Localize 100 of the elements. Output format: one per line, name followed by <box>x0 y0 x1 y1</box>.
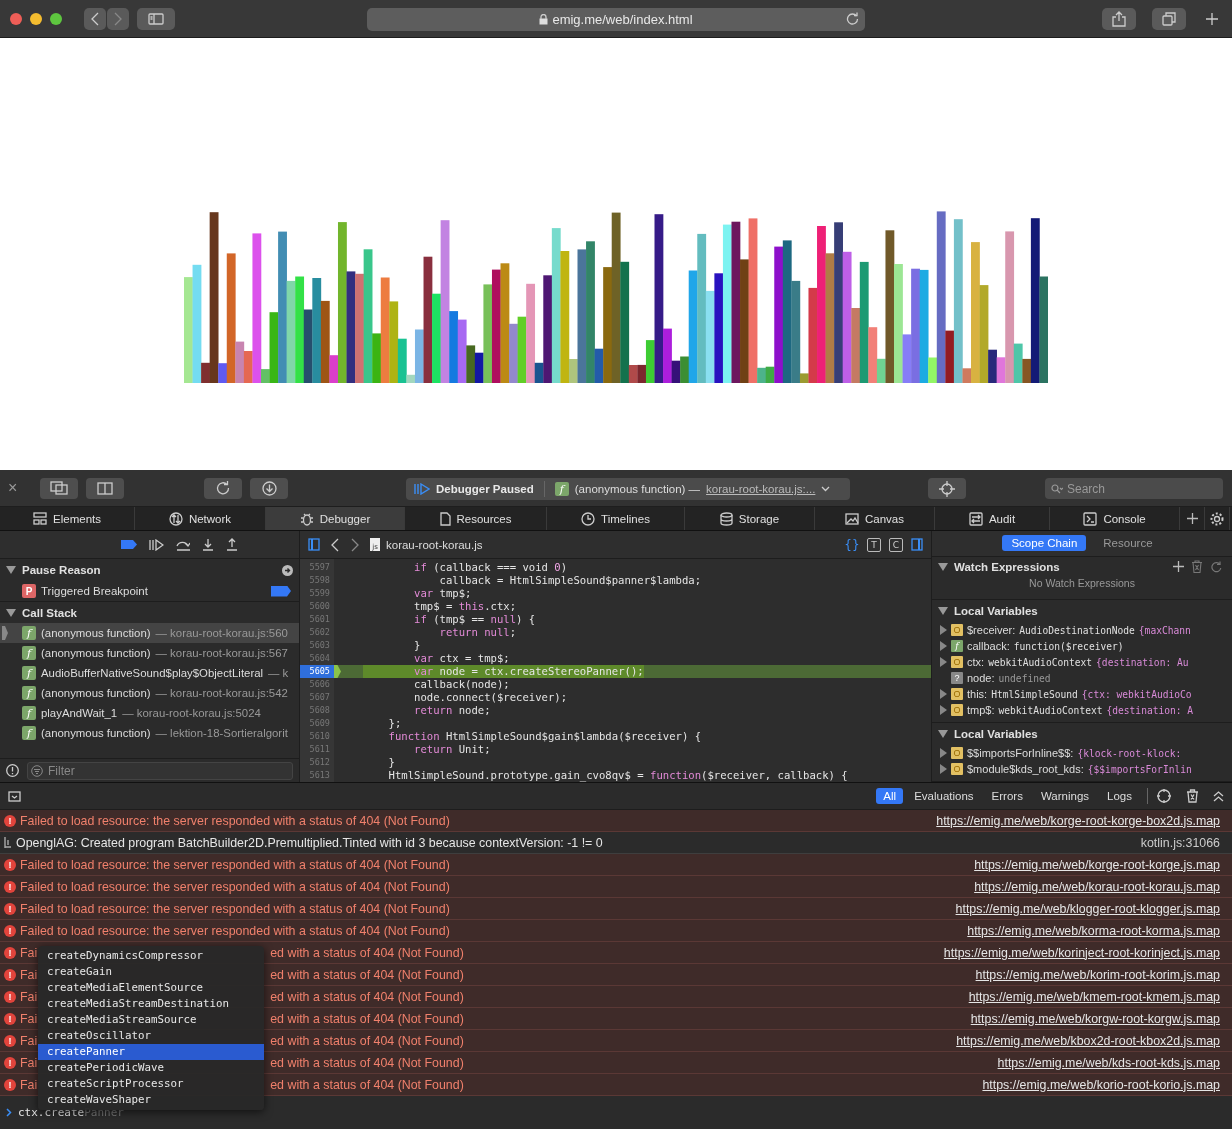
filter-tab[interactable]: Errors <box>984 788 1030 804</box>
trash-icon[interactable] <box>1186 789 1199 803</box>
call-frame[interactable]: f playAndWait_1 — korau-root-korau.js:5024 <box>0 703 299 723</box>
back-button[interactable] <box>84 7 106 30</box>
call-frame[interactable]: f (anonymous function) — lektion-18-Sortieralgorit <box>0 723 299 743</box>
filter-tab[interactable]: Evaluations <box>907 788 981 804</box>
sidebar-tab[interactable]: Resource <box>1094 535 1162 552</box>
source-link[interactable]: https://emig.me/web/korim-root-korim.js.map <box>975 967 1220 982</box>
disclosure-icon[interactable] <box>938 562 948 571</box>
call-frame[interactable]: f (anonymous function) — korau-root-korau.js:567 <box>0 643 299 663</box>
toolbar-button[interactable]: {} <box>845 537 859 552</box>
reload-icon[interactable] <box>846 12 859 25</box>
resume-icon[interactable] <box>149 538 164 551</box>
message-text: Failed to load resource: the server responded with a status of 404 (Not Found) <box>20 901 450 916</box>
disclosure-icon[interactable] <box>940 748 947 758</box>
tabs-button[interactable] <box>1152 7 1186 30</box>
panel-tab[interactable]: Canvas <box>815 507 935 530</box>
source-link[interactable]: https://emig.me/web/korma-root-korma.js.map <box>967 923 1220 938</box>
disclosure-icon[interactable] <box>6 566 16 574</box>
zoom-button[interactable] <box>50 12 62 25</box>
completion-item[interactable]: createMediaStreamDestination <box>38 996 264 1012</box>
search-field[interactable]: Search <box>1045 478 1223 499</box>
source-link[interactable]: https://emig.me/web/korau-root-korau.js.map <box>974 879 1220 894</box>
toolbar-button[interactable]: C <box>889 537 903 552</box>
sidebar-tab[interactable]: Scope Chain <box>1002 535 1087 552</box>
go-icon[interactable] <box>282 564 293 576</box>
completion-item[interactable]: createGain <box>38 964 264 980</box>
source-link[interactable]: https://emig.me/web/korge-root-korge-box2d.js.map <box>936 813 1220 828</box>
completion-item[interactable]: createPanner <box>38 1044 264 1060</box>
disclosure-icon[interactable] <box>940 764 947 774</box>
file-link[interactable]: korau-root-korau.js:... <box>706 483 816 495</box>
disclosure-icon[interactable] <box>938 607 948 615</box>
panel-tab[interactable]: Console <box>1050 507 1180 530</box>
disclosure-icon[interactable] <box>940 705 947 715</box>
toolbar-button[interactable]: T <box>867 537 881 552</box>
sidebar-icon[interactable] <box>308 538 320 551</box>
source-link[interactable]: https://emig.me/web/korinject-root-korinject.js.map <box>943 945 1220 960</box>
disclosure-icon[interactable] <box>6 608 16 617</box>
layout-button[interactable] <box>86 477 124 499</box>
source-link[interactable]: https://emig.me/web/korio-root-korio.js.map <box>982 1077 1220 1092</box>
console-input[interactable]: ctx.createPanner <box>18 1106 124 1119</box>
download-button[interactable] <box>250 477 288 499</box>
panel-tab[interactable]: Resources <box>405 507 547 530</box>
completion-item[interactable]: createWaveShaper <box>38 1092 264 1108</box>
completion-item[interactable]: createScriptProcessor <box>38 1076 264 1092</box>
exclamation-icon[interactable] <box>6 764 19 777</box>
refresh-icon[interactable] <box>1210 560 1222 573</box>
filter-tab[interactable]: Logs <box>1100 788 1139 804</box>
disclosure-icon[interactable] <box>938 730 948 738</box>
filter-field[interactable]: Filter <box>27 761 293 780</box>
disclosure-icon[interactable] <box>940 689 947 699</box>
close-button[interactable] <box>10 12 22 25</box>
completion-item[interactable]: createPeriodicWave <box>38 1060 264 1076</box>
chevron-icon[interactable] <box>821 486 831 492</box>
error-icon: ! <box>4 1056 16 1069</box>
source-link[interactable]: https://emig.me/web/korge-root-korge.js.map <box>974 857 1220 872</box>
back-icon[interactable] <box>330 537 340 552</box>
reload-button[interactable] <box>204 477 242 499</box>
undock-button[interactable] <box>40 477 78 499</box>
filter-tab[interactable]: All <box>876 788 904 804</box>
filter-tab[interactable]: Warnings <box>1033 788 1097 804</box>
sidebar-button[interactable] <box>137 7 175 30</box>
source-link[interactable]: https://emig.me/web/kbox2d-root-kbox2d.js.map <box>956 1033 1220 1048</box>
collapse-icon[interactable] <box>1213 790 1224 802</box>
step-into-icon[interactable] <box>202 538 214 551</box>
close-button[interactable]: × <box>8 479 24 497</box>
panel-tab[interactable]: Debugger <box>266 507 405 530</box>
breakpoint-icon[interactable] <box>121 540 137 549</box>
step-out-icon[interactable] <box>226 538 238 551</box>
forward-icon[interactable] <box>350 537 360 552</box>
panel-tab[interactable]: Elements <box>0 507 135 530</box>
panel-tab[interactable]: Audit <box>935 507 1050 530</box>
share-button[interactable] <box>1102 7 1136 30</box>
completion-item[interactable]: createOscillator <box>38 1028 264 1044</box>
sidebar-icon[interactable] <box>911 538 923 551</box>
cycle-icon[interactable] <box>1156 788 1172 804</box>
variable-name: ctx: <box>967 656 985 668</box>
call-frame[interactable]: f (anonymous function) — korau-root-korau.js:542 <box>0 683 299 703</box>
panel-toggle-icon[interactable] <box>8 790 21 802</box>
address-field[interactable]: emig.me/web/index.html <box>367 8 865 31</box>
inspect-button[interactable] <box>928 478 966 499</box>
disclosure-icon[interactable] <box>940 657 947 667</box>
panel-tab[interactable]: Storage <box>685 507 815 530</box>
completion-item[interactable]: createDynamicsCompressor <box>38 948 264 964</box>
panel-tab[interactable]: Timelines <box>547 507 685 530</box>
call-frame[interactable]: f AudioBufferNativeSound$play$ObjectLiteral — k <box>0 663 299 683</box>
call-frame[interactable]: f (anonymous function) — korau-root-korau.js:560 <box>0 623 299 643</box>
minimize-button[interactable] <box>30 12 42 25</box>
completion-item[interactable]: createMediaElementSource <box>38 980 264 996</box>
layout-icon <box>33 512 48 525</box>
disclosure-icon[interactable] <box>940 641 947 651</box>
add-icon[interactable] <box>1173 561 1184 573</box>
completion-item[interactable]: createMediaStreamSource <box>38 1012 264 1028</box>
line-number: 5605 <box>300 665 334 678</box>
source-link[interactable]: https://emig.me/web/kmem-root-kmem.js.map <box>968 989 1220 1004</box>
source-link[interactable]: https://emig.me/web/kds-root-kds.js.map <box>997 1055 1220 1070</box>
disclosure-icon[interactable] <box>940 625 947 635</box>
source-link[interactable]: https://emig.me/web/korgw-root-korgw.js.map <box>970 1011 1220 1026</box>
source-link[interactable]: https://emig.me/web/klogger-root-klogger.js.map <box>955 901 1220 916</box>
forward-button[interactable] <box>107 7 129 30</box>
